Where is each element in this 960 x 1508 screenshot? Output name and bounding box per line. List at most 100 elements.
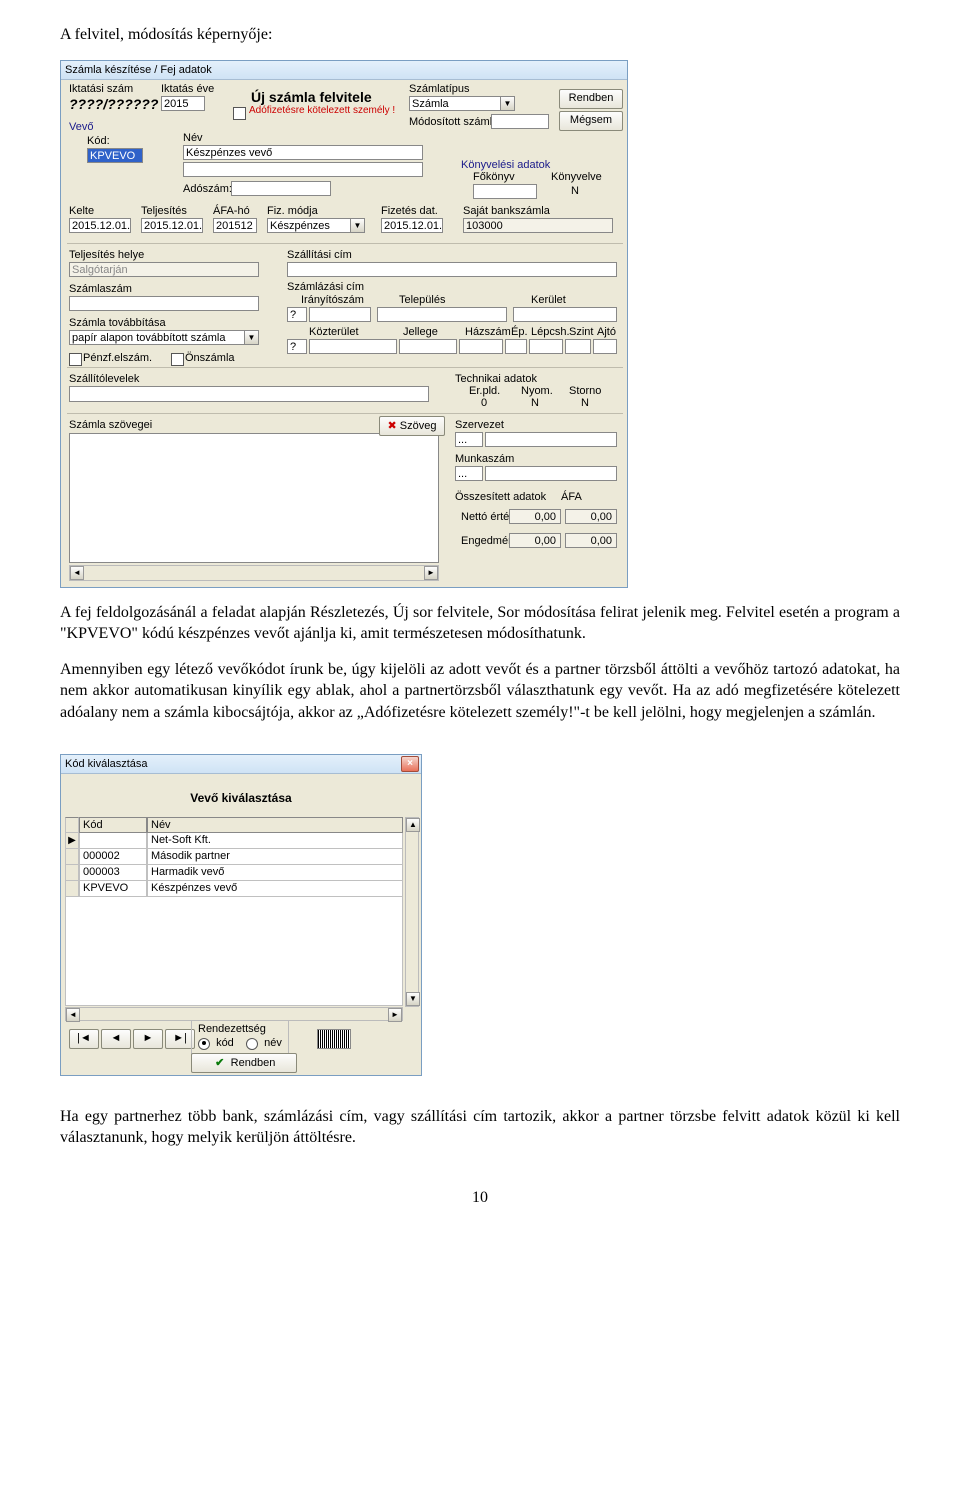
szlaszam-input[interactable] bbox=[69, 296, 259, 311]
szint-input[interactable] bbox=[565, 339, 591, 354]
teljhely-label: Teljesítés helye bbox=[69, 249, 144, 261]
konyvelve-label: Könyvelve bbox=[551, 171, 602, 183]
szoveg-textarea[interactable] bbox=[69, 433, 439, 563]
chevron-down-icon[interactable]: ▼ bbox=[501, 96, 515, 111]
sort-group: Rendezettség kód név bbox=[191, 1020, 289, 1054]
col-kod-header[interactable]: Kód bbox=[79, 817, 147, 833]
scroll-left-icon[interactable]: ◄ bbox=[66, 1008, 80, 1022]
nav-next-button[interactable]: ► bbox=[133, 1029, 163, 1049]
paragraph-3: Ha egy partnerhez több bank, számlázási … bbox=[60, 1106, 900, 1149]
check-icon: ✔ bbox=[213, 1055, 227, 1071]
teljhely-input[interactable]: Salgótarján bbox=[69, 262, 259, 277]
telepules-input[interactable] bbox=[377, 307, 507, 322]
kelte-label: Kelte bbox=[69, 205, 94, 217]
modositott-szamla-input[interactable] bbox=[491, 114, 549, 129]
nev-input-2[interactable] bbox=[183, 162, 423, 177]
close-icon[interactable]: × bbox=[401, 756, 419, 772]
jellege-label: Jellege bbox=[403, 326, 438, 338]
ok-button[interactable]: Rendben bbox=[559, 89, 623, 109]
sort-kod-label: kód bbox=[216, 1037, 234, 1049]
fokonyv-input[interactable] bbox=[473, 184, 537, 199]
engedmeny-value: 0,00 bbox=[509, 533, 561, 548]
iktatas-eve-input[interactable]: 2015 bbox=[161, 96, 205, 111]
vevo-kod-label: Kód: bbox=[87, 135, 110, 147]
fizmod-label: Fiz. módja bbox=[267, 205, 318, 217]
vevo-group-label: Vevő bbox=[69, 121, 93, 133]
szervezet-code-input[interactable]: ... bbox=[455, 432, 483, 447]
munkaszam-code-input[interactable]: ... bbox=[455, 466, 483, 481]
penzf-checkbox[interactable] bbox=[69, 353, 82, 366]
fizdat-input[interactable]: 2015.12.01. bbox=[381, 218, 443, 233]
nav-first-button[interactable]: |◄ bbox=[69, 1029, 99, 1049]
szlacim-q2[interactable]: ? bbox=[287, 339, 307, 354]
teljesites-input[interactable]: 2015.12.01. bbox=[141, 218, 203, 233]
szallitolevelek-input[interactable] bbox=[69, 386, 429, 402]
table-row[interactable]: ▶ 000001 Net-Soft Kft. bbox=[65, 833, 403, 849]
table-row[interactable]: KPVEVO Készpénzes vevő bbox=[65, 881, 403, 897]
scroll-up-icon[interactable]: ▲ bbox=[406, 818, 420, 832]
window-titlebar[interactable]: Kód kiválasztása × bbox=[61, 755, 421, 774]
adoszam-input[interactable] bbox=[231, 181, 331, 196]
table-row[interactable]: 000002 Második partner bbox=[65, 849, 403, 865]
kozterulet-label: Közterület bbox=[309, 326, 359, 338]
barcode-icon[interactable] bbox=[317, 1029, 351, 1049]
sort-kod-radio[interactable] bbox=[198, 1038, 210, 1050]
scroll-right-icon[interactable]: ► bbox=[388, 1008, 402, 1022]
technikai-group: Technikai adatok bbox=[455, 373, 537, 385]
afaho-input[interactable]: 201512 bbox=[213, 218, 257, 233]
h-scrollbar[interactable]: ◄ ► bbox=[69, 565, 439, 581]
szallcim-label: Szállítási cím bbox=[287, 249, 352, 261]
szallcim-input[interactable] bbox=[287, 262, 617, 277]
adofizetes-label: Adófizetésre kötelezett személy ! bbox=[249, 105, 395, 116]
kelte-input[interactable]: 2015.12.01. bbox=[69, 218, 131, 233]
ok-button[interactable]: ✔ Rendben bbox=[191, 1053, 297, 1073]
window-titlebar[interactable]: Számla készítése / Fej adatok bbox=[61, 61, 627, 80]
window-title: Számla készítése / Fej adatok bbox=[61, 64, 212, 76]
szamlatipus-select[interactable]: Számla bbox=[409, 96, 501, 111]
szlacim-group: Számlázási cím bbox=[287, 281, 364, 293]
jellege-input[interactable] bbox=[399, 339, 457, 354]
col-nev-header[interactable]: Név bbox=[147, 817, 403, 833]
cancel-button[interactable]: Mégsem bbox=[559, 111, 623, 131]
hazszam-label: Házszám bbox=[465, 326, 511, 338]
erpld-value: 0 bbox=[481, 397, 487, 409]
szervezet-name-input[interactable] bbox=[485, 432, 617, 447]
kozterulet-input[interactable] bbox=[309, 339, 397, 354]
tovabbitas-select[interactable]: papír alapon továbbított számla bbox=[69, 330, 245, 345]
bankszla-input[interactable]: 103000 bbox=[463, 218, 613, 233]
adofizetes-checkbox[interactable] bbox=[233, 107, 246, 120]
ajto-input[interactable] bbox=[593, 339, 617, 354]
kerulet-label: Kerület bbox=[531, 294, 566, 306]
sort-nev-radio[interactable] bbox=[246, 1038, 258, 1050]
ep-input[interactable] bbox=[505, 339, 527, 354]
vendor-grid[interactable]: Kód Név ▶ 000001 Net-Soft Kft. 000002 Má… bbox=[65, 817, 403, 1006]
record-navigator[interactable]: |◄ ◄ ► ►| bbox=[69, 1029, 195, 1049]
konyvelve-value: N bbox=[571, 185, 579, 197]
onszamla-checkbox[interactable] bbox=[171, 353, 184, 366]
scroll-right-icon[interactable]: ► bbox=[424, 566, 438, 580]
h-scrollbar[interactable]: ◄ ► bbox=[65, 1007, 403, 1021]
konyvelesi-group: Könyvelési adatok bbox=[461, 159, 550, 171]
hazszam-input[interactable] bbox=[459, 339, 503, 354]
vevo-kod-input[interactable]: KPVEVO bbox=[87, 148, 143, 163]
fizmod-select[interactable]: Készpénzes bbox=[267, 218, 351, 233]
afaho-label: ÁFA-hó bbox=[213, 205, 250, 217]
modositott-szamla-label: Módosított számla bbox=[409, 116, 498, 128]
szlacim-q1[interactable]: ? bbox=[287, 307, 307, 322]
paragraph-1: A fej feldolgozásánál a feladat alapján … bbox=[60, 602, 900, 645]
chevron-down-icon[interactable]: ▼ bbox=[351, 218, 365, 233]
nev-input[interactable]: Készpénzes vevő bbox=[183, 145, 423, 160]
v-scrollbar[interactable]: ▲ ▼ bbox=[405, 817, 419, 1007]
nav-prev-button[interactable]: ◄ bbox=[101, 1029, 131, 1049]
scroll-left-icon[interactable]: ◄ bbox=[70, 566, 84, 580]
kerulet-input[interactable] bbox=[513, 307, 617, 322]
table-row[interactable]: 000003 Harmadik vevő bbox=[65, 865, 403, 881]
lepcs-input[interactable] bbox=[529, 339, 563, 354]
chevron-down-icon[interactable]: ▼ bbox=[245, 330, 259, 345]
scroll-down-icon[interactable]: ▼ bbox=[406, 992, 420, 1006]
storno-label: Storno bbox=[569, 385, 601, 397]
munkaszam-name-input[interactable] bbox=[485, 466, 617, 481]
irszam-input[interactable] bbox=[309, 307, 371, 322]
adoszam-label: Adószám: bbox=[183, 183, 232, 195]
szoveg-button[interactable]: ✖ Szöveg bbox=[379, 416, 445, 436]
